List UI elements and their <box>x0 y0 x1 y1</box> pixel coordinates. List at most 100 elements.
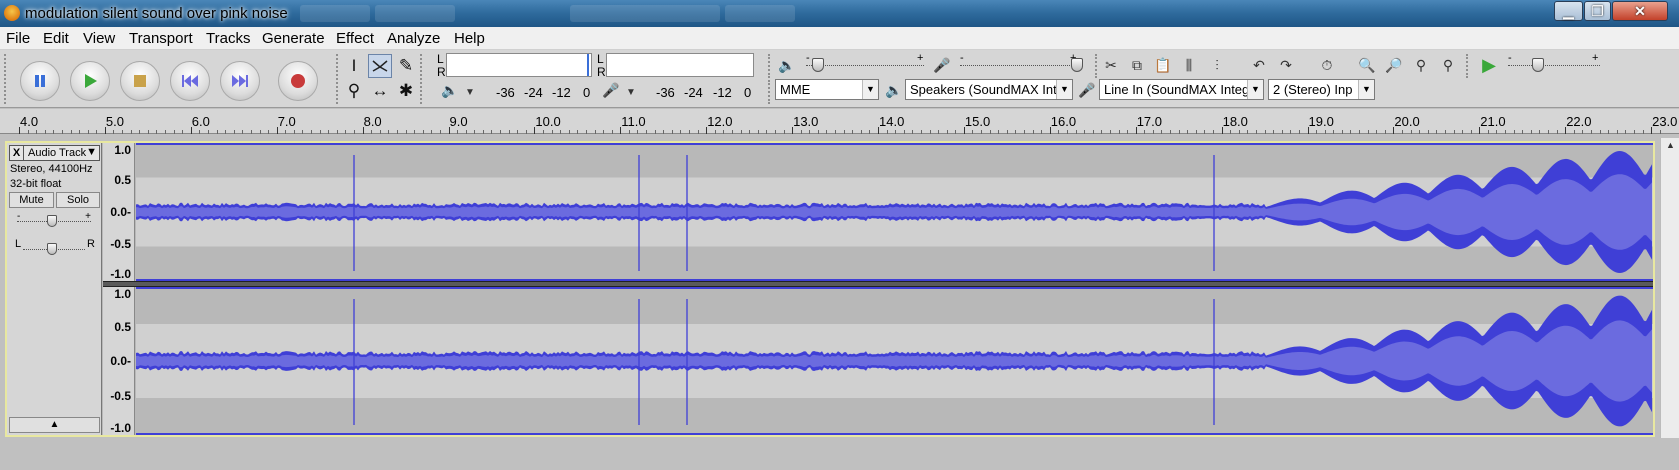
input-volume-slider[interactable] <box>1071 58 1083 72</box>
scroll-up-arrow-icon[interactable]: ▲ <box>1662 140 1679 154</box>
waveform-left-channel[interactable] <box>136 143 1653 281</box>
ruler-tick-label: 14.0 <box>879 114 905 129</box>
pan-slider[interactable]: L R <box>15 238 95 257</box>
ruler-minor-tick <box>757 130 759 134</box>
menu-transport[interactable]: Transport <box>129 30 193 47</box>
play-button[interactable] <box>70 61 110 101</box>
fit-selection-icon[interactable]: ⚲ <box>1410 54 1432 76</box>
toolbar-grip[interactable] <box>420 54 426 104</box>
playback-meter[interactable] <box>446 53 592 77</box>
ruler-minor-tick <box>414 130 416 134</box>
timeline-ruler[interactable]: 4.0 5.0 6.0 7.0 8.0 9.0 10.0 11.0 12.0 13.0 14.0 15… <box>0 109 1679 134</box>
ruler-tick-label: 4.0 <box>20 114 39 129</box>
ruler-minor-tick <box>835 130 837 134</box>
menu-edit[interactable]: Edit <box>43 30 69 47</box>
zoom-out-icon[interactable]: 🔎 <box>1383 54 1405 76</box>
zoom-tool[interactable]: ⚲ <box>342 79 366 103</box>
time-shift-tool[interactable]: ↔ <box>368 79 392 103</box>
menu-file[interactable]: File <box>6 30 30 47</box>
ruler-minor-tick <box>560 130 562 134</box>
multi-tool[interactable]: ✱ <box>394 79 418 103</box>
input-device-select[interactable]: Line In (SoundMAX Integ ▼ <box>1099 79 1264 100</box>
input-channels-select[interactable]: 2 (Stereo) Inp ▼ <box>1268 79 1375 100</box>
fit-project-icon[interactable]: ⚲ <box>1437 54 1459 76</box>
ruler-major-tick <box>190 127 192 134</box>
redo-icon[interactable]: ↷ <box>1275 54 1297 76</box>
close-window-button[interactable]: ✕ <box>1612 1 1668 21</box>
track-name-menu[interactable]: X Audio Track ▼ <box>9 145 100 161</box>
undo-icon[interactable]: ↶ <box>1248 54 1270 76</box>
ruler-major-tick <box>104 127 106 134</box>
mute-button[interactable]: Mute <box>9 192 54 208</box>
pan-thumb[interactable] <box>47 243 57 255</box>
menu-view[interactable]: View <box>83 30 115 47</box>
pause-button[interactable] <box>20 61 60 101</box>
ibeam-icon: I <box>351 56 357 75</box>
trim-icon[interactable]: ⫼ <box>1178 54 1200 76</box>
stop-icon <box>134 75 146 87</box>
toolbar-grip[interactable] <box>1466 54 1472 78</box>
minimize-button[interactable]: ▁ <box>1554 1 1583 21</box>
zoom-in-icon[interactable]: 🔍 <box>1356 54 1378 76</box>
play-at-speed-icon[interactable]: ▶ <box>1478 54 1500 76</box>
meter-l-label: L <box>437 52 444 66</box>
ruler-minor-tick <box>1599 130 1601 134</box>
ruler-minor-tick <box>302 130 304 134</box>
ruler-minor-tick <box>989 130 991 134</box>
menu-generate[interactable]: Generate <box>262 30 325 47</box>
playback-scale-label: -24 <box>524 85 543 100</box>
record-meter-r-label: R <box>597 65 606 79</box>
ruler-minor-tick <box>371 130 373 134</box>
record-meter-dropdown[interactable]: ▼ <box>620 81 642 103</box>
copy-icon[interactable]: ⧉ <box>1126 54 1148 76</box>
collapse-track-button[interactable]: ▲ <box>9 417 100 433</box>
envelope-icon <box>372 60 388 72</box>
track-close-button[interactable]: X <box>10 146 24 160</box>
skip-to-start-button[interactable] <box>170 61 210 101</box>
skip-to-end-button[interactable] <box>220 61 260 101</box>
menu-analyze[interactable]: Analyze <box>387 30 440 47</box>
solo-button[interactable]: Solo <box>56 192 100 208</box>
ruler-minor-tick <box>207 130 209 134</box>
audio-host-select[interactable]: MME ▼ <box>775 79 879 100</box>
play-speed-slider[interactable] <box>1532 58 1544 72</box>
silence-icon[interactable]: ⫶ <box>1206 54 1228 76</box>
gain-thumb[interactable] <box>47 215 57 227</box>
stop-button[interactable] <box>120 61 160 101</box>
draw-tool[interactable]: ✎ <box>394 54 418 78</box>
ruler-minor-tick <box>182 130 184 134</box>
sync-lock-icon[interactable]: ⏱ <box>1316 54 1338 76</box>
ruler-minor-tick <box>912 130 914 134</box>
waveform-right-channel[interactable] <box>136 287 1653 435</box>
gain-slider[interactable]: - + <box>17 211 91 229</box>
toolbar-grip[interactable] <box>768 54 774 78</box>
record-meter[interactable] <box>606 53 754 77</box>
menu-help[interactable]: Help <box>454 30 485 47</box>
selection-tool[interactable]: I <box>342 54 366 78</box>
pause-icon <box>35 75 45 87</box>
menu-tracks[interactable]: Tracks <box>206 30 250 47</box>
envelope-tool[interactable] <box>368 54 392 78</box>
output-device-icon: 🔈 <box>885 81 903 98</box>
toolbar-grip[interactable] <box>4 54 10 104</box>
ruler-minor-tick <box>1522 130 1524 134</box>
ruler-minor-tick <box>886 130 888 134</box>
output-device-select[interactable]: Speakers (SoundMAX Int ▼ <box>905 79 1073 100</box>
output-volume-icon: 🔈 <box>778 56 796 73</box>
toolbar-grip[interactable] <box>768 80 774 104</box>
maximize-button[interactable]: ❐ <box>1584 1 1611 21</box>
input-slider-min-mark: - <box>960 52 964 64</box>
cut-icon[interactable]: ✂ <box>1100 54 1122 76</box>
ruler-minor-tick <box>508 130 510 134</box>
playback-meter-dropdown[interactable]: ▼ <box>459 81 481 103</box>
record-button[interactable] <box>278 61 318 101</box>
menu-effect[interactable]: Effect <box>336 30 374 47</box>
paste-icon[interactable]: 📋 <box>1152 54 1174 76</box>
output-volume-slider[interactable] <box>812 58 824 72</box>
ruler-minor-tick <box>1384 130 1386 134</box>
vertical-scrollbar[interactable]: ▲ <box>1660 138 1679 438</box>
ruler-minor-tick <box>242 130 244 134</box>
ruler-minor-tick <box>87 130 89 134</box>
ruler-minor-tick <box>1376 130 1378 134</box>
ruler-minor-tick <box>594 130 596 134</box>
